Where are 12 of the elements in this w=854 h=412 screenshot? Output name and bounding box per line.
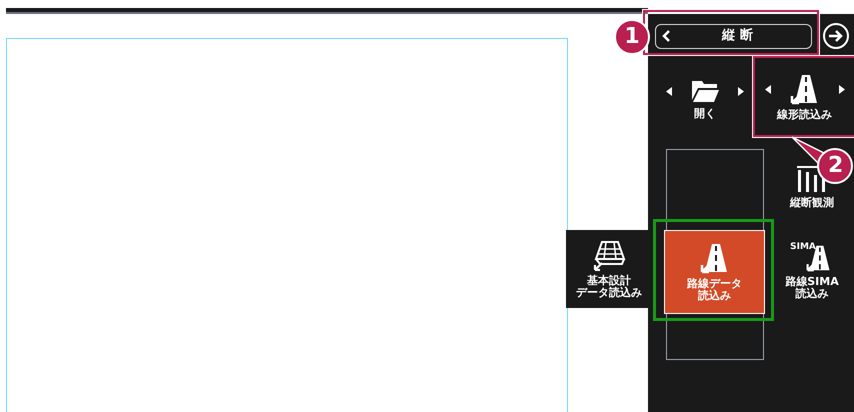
caret-left-icon[interactable] xyxy=(666,86,672,96)
back-button[interactable]: 縦 断 xyxy=(655,24,812,48)
caret-right-icon[interactable] xyxy=(738,86,744,96)
caret-left-icon[interactable] xyxy=(764,84,770,94)
caret-right-icon[interactable] xyxy=(838,84,844,94)
badge-text: SIMA xyxy=(790,242,816,252)
arrow-right-icon[interactable] xyxy=(822,22,850,50)
step-callout-tooltip: 1 xyxy=(614,19,650,55)
folder-icon xyxy=(690,78,720,104)
tool-button[interactable]: 路線データ 読込み xyxy=(665,231,764,313)
chevron-left-icon xyxy=(662,30,670,42)
plan-drawing-icon xyxy=(592,239,626,271)
